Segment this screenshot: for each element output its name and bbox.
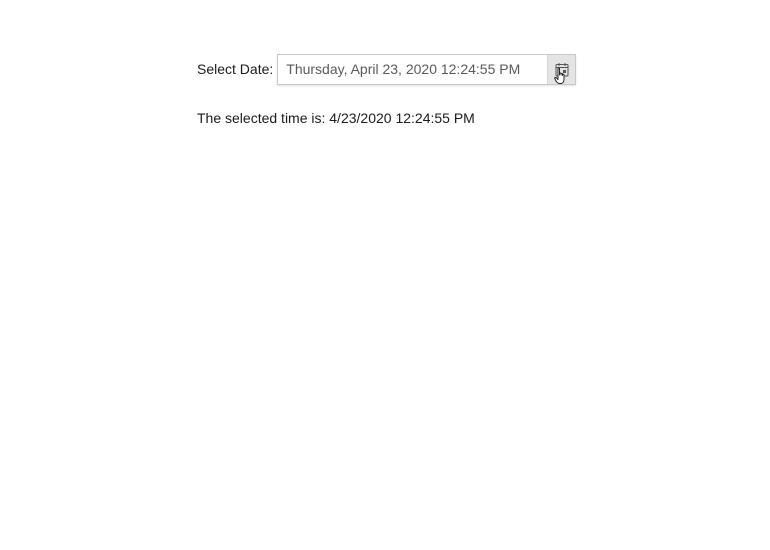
calendar-toggle-button[interactable] [547, 55, 576, 84]
page: Select Date: Thursday, April 23, 2020 12… [0, 0, 770, 550]
date-time-picker[interactable]: Thursday, April 23, 2020 12:24:55 PM [277, 54, 577, 85]
selected-time-text: The selected time is: 4/23/2020 12:24:55… [197, 110, 475, 126]
select-date-label: Select Date: [197, 61, 274, 77]
date-time-input[interactable]: Thursday, April 23, 2020 12:24:55 PM [278, 55, 547, 84]
calendar-icon [555, 63, 569, 77]
date-picker-row: Select Date: Thursday, April 23, 2020 12… [197, 54, 577, 85]
